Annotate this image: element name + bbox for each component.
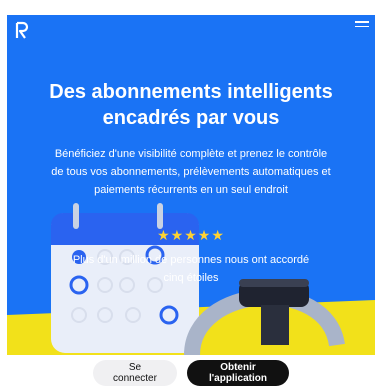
get-app-button[interactable]: Obtenir l'application [187, 360, 289, 386]
rating-text: Plus d'un million de personnes nous ont … [72, 254, 310, 284]
action-bar: Se connecter Obtenir l'application [0, 357, 382, 389]
hero-section: Des abonnements intelligents encadrés pa… [7, 15, 375, 355]
rating-stars-icon: ★★★★★ [157, 227, 225, 243]
hero-description: Bénéficiez d'une visibilité complète et … [51, 148, 331, 196]
login-button[interactable]: Se connecter [93, 360, 177, 386]
